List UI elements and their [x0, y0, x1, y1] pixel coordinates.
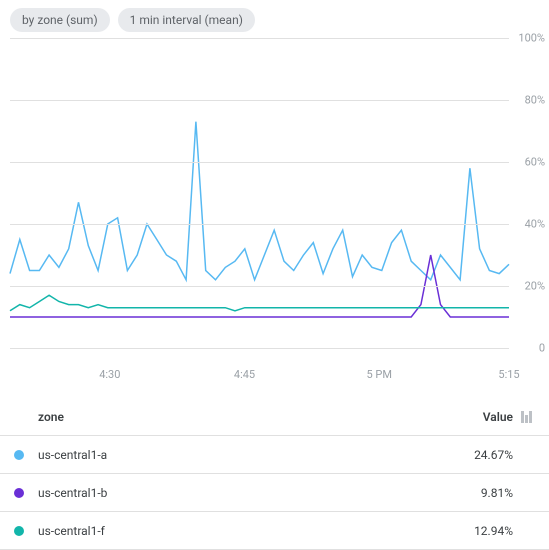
y-axis-label: 100%: [518, 32, 545, 45]
series-us-central1-f[interactable]: [10, 295, 509, 311]
legend-table: zone Value us-central1-a24.67%us-central…: [0, 398, 549, 550]
y-axis-label: 0: [539, 342, 545, 355]
filter-chips: by zone (sum) 1 min interval (mean): [0, 0, 549, 38]
zone-value: 24.67%: [443, 448, 513, 462]
table-row[interactable]: us-central1-a24.67%: [0, 436, 549, 474]
series-dot-icon: [14, 526, 24, 536]
x-axis-label: 5 PM: [367, 368, 392, 381]
table-header-row: zone Value: [0, 398, 549, 436]
y-axis-label: 60%: [525, 156, 545, 169]
x-axis-label: 4:30: [99, 368, 120, 381]
chart-area: 020%40%60%80%100% 4:30 4:45 5 PM 5:15: [0, 38, 549, 388]
y-axis-label: 80%: [525, 94, 545, 107]
gridline: [10, 162, 509, 163]
chip-by-zone[interactable]: by zone (sum): [10, 8, 110, 32]
table-row[interactable]: us-central1-f12.94%: [0, 512, 549, 550]
y-axis-label: 20%: [525, 280, 545, 293]
series-dot-icon: [14, 488, 24, 498]
zone-name: us-central1-a: [38, 448, 443, 462]
zone-value: 12.94%: [443, 524, 513, 538]
gridline: [10, 100, 509, 101]
zone-value: 9.81%: [443, 486, 513, 500]
table-row[interactable]: us-central1-b9.81%: [0, 474, 549, 512]
series-dot-icon: [14, 450, 24, 460]
gridline: [10, 38, 509, 39]
gridline: [10, 348, 509, 349]
chip-interval[interactable]: 1 min interval (mean): [118, 8, 255, 32]
zone-name: us-central1-f: [38, 524, 443, 538]
column-header-value[interactable]: Value: [443, 410, 513, 424]
y-axis-label: 40%: [525, 218, 545, 231]
x-axis-labels: 4:304:455 PM5:15: [10, 368, 509, 388]
series-us-central1-a[interactable]: [10, 122, 509, 280]
gridline: [10, 224, 509, 225]
gridline: [10, 286, 509, 287]
zone-name: us-central1-b: [38, 486, 443, 500]
x-axis-label: 5:15: [498, 368, 519, 381]
line-chart[interactable]: 020%40%60%80%100%: [10, 38, 509, 348]
x-axis-label: 4:45: [234, 368, 255, 381]
column-header-zone[interactable]: zone: [38, 410, 443, 424]
columns-icon[interactable]: [513, 411, 535, 423]
